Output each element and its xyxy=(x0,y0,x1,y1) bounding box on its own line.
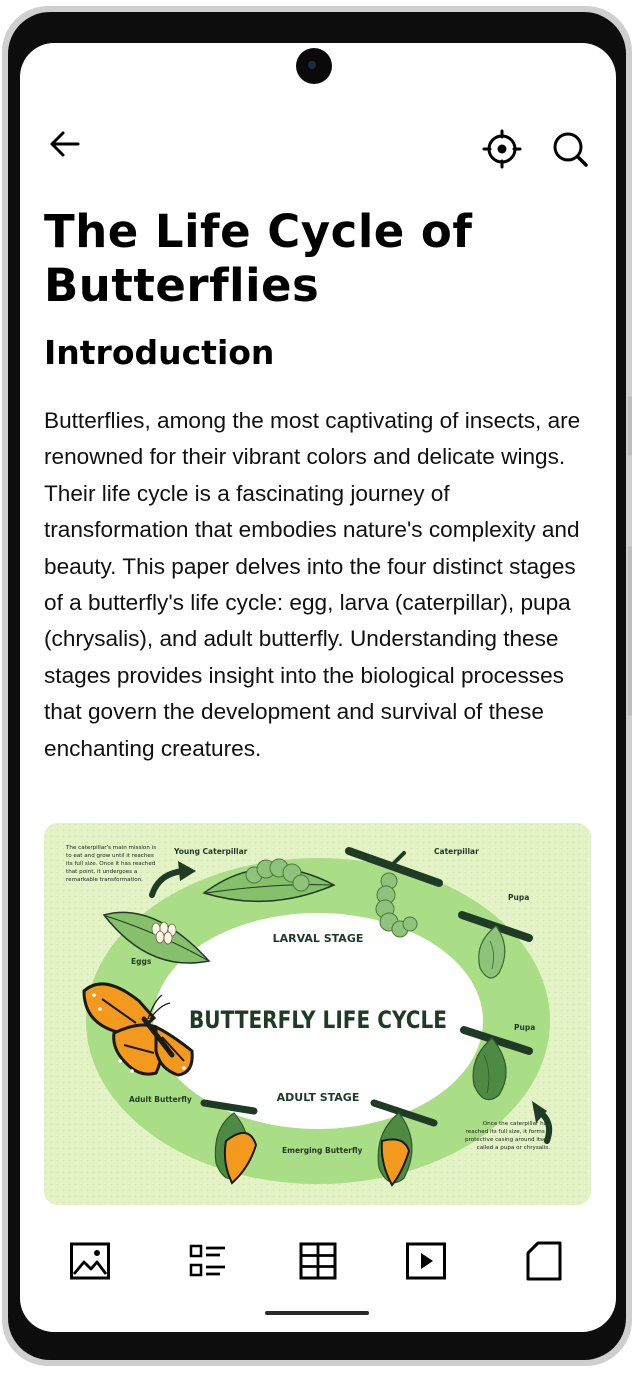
page-button[interactable] xyxy=(522,1239,566,1283)
note-bottom-line-4: called a pupa or chrysalis. xyxy=(477,1145,551,1151)
search-icon xyxy=(553,132,588,167)
volume-button xyxy=(628,396,632,456)
bottom-toolbar xyxy=(20,1229,616,1291)
note-top-line-4: that point, it undergoes a xyxy=(66,869,137,875)
table-icon xyxy=(299,1242,337,1280)
page-icon xyxy=(526,1241,562,1281)
label-caterpillar: Caterpillar xyxy=(434,847,479,856)
side-button xyxy=(628,546,632,716)
stage-bottom-label: ADULT STAGE xyxy=(277,1091,360,1104)
front-camera xyxy=(296,48,332,84)
arrow-left-icon xyxy=(50,131,80,157)
note-bottom-line-3: protective casing around itself xyxy=(465,1137,551,1143)
home-indicator[interactable] xyxy=(265,1311,369,1315)
images-button[interactable] xyxy=(68,1239,112,1283)
note-top-line-1: The caterpillar's main mission is xyxy=(65,845,156,851)
label-eggs: Eggs xyxy=(131,957,152,966)
figure-main-title: BUTTERFLY LIFE CYCLE xyxy=(189,1006,447,1034)
locate-button[interactable] xyxy=(480,127,524,171)
butterfly-life-cycle-figure: BUTTERFLY LIFE CYCLE LARVAL STAGE ADULT … xyxy=(44,823,591,1205)
note-top-line-2: to eat and grow until it reaches xyxy=(66,853,154,859)
search-button[interactable] xyxy=(548,127,592,171)
crosshair-icon xyxy=(482,129,522,169)
note-top-line-5: remarkable transformation. xyxy=(66,877,143,883)
screen: The Life Cycle of Butterflies Introducti… xyxy=(20,43,616,1332)
intro-paragraph: Butterflies, among the most captivating … xyxy=(44,408,581,761)
stage-top-label: LARVAL STAGE xyxy=(273,932,364,945)
note-bottom-line-2: reached its full size, it forms a xyxy=(466,1129,550,1135)
image-icon xyxy=(70,1242,110,1280)
list-icon xyxy=(189,1244,225,1277)
label-emerging: Emerging Butterfly xyxy=(282,1146,363,1155)
play-button[interactable] xyxy=(404,1239,448,1283)
list-button[interactable] xyxy=(186,1239,230,1283)
page-title: The Life Cycle of Butterflies xyxy=(44,205,473,312)
label-pupa-2: Pupa xyxy=(514,1023,535,1032)
play-icon xyxy=(406,1242,446,1280)
note-bottom-line-1: Once the caterpillar has xyxy=(483,1121,550,1127)
section-heading: Introduction xyxy=(44,333,275,372)
label-pupa-1: Pupa xyxy=(508,893,529,902)
back-button[interactable] xyxy=(44,123,86,165)
table-button[interactable] xyxy=(296,1239,340,1283)
note-top-line-3: its full size. Once it has reached xyxy=(66,861,156,867)
label-adult: Adult Butterfly xyxy=(129,1095,192,1104)
label-young-caterpillar: Young Caterpillar xyxy=(173,847,248,856)
